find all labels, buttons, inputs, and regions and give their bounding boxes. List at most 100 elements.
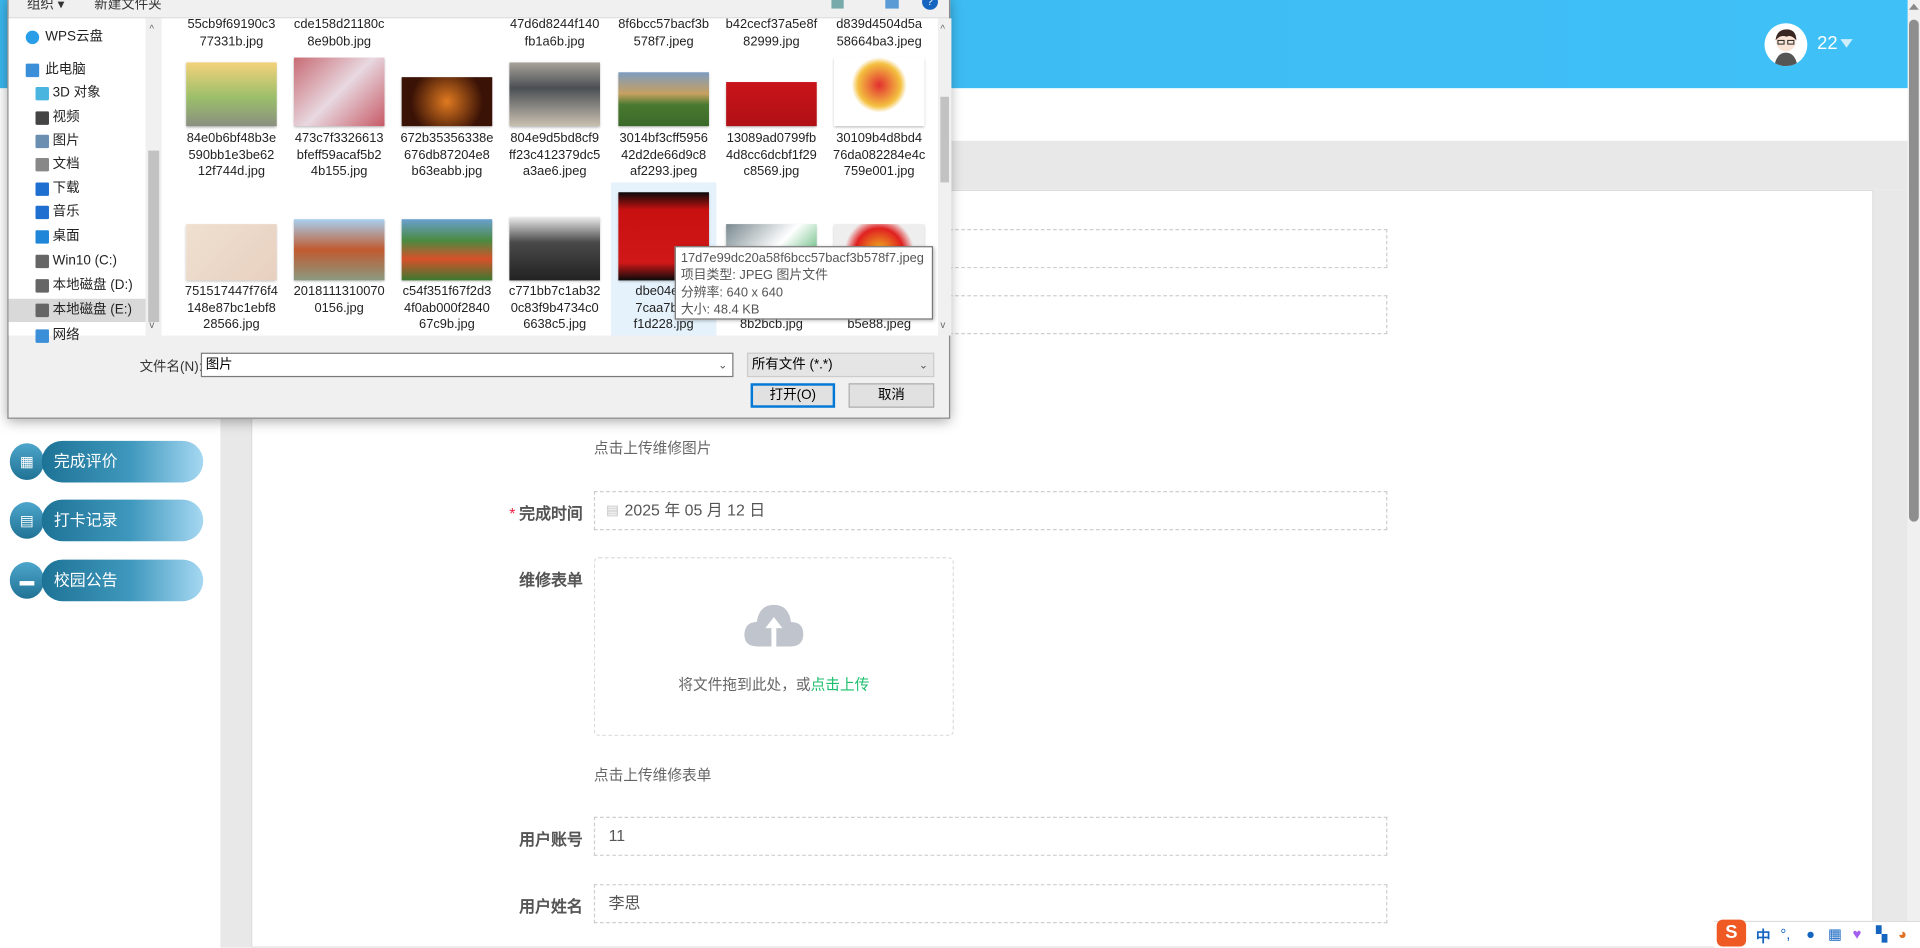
nav-item[interactable]: 3D 对象: [9, 82, 146, 105]
upload-image-hint: 点击上传维修图片: [593, 439, 712, 457]
nav-item[interactable]: 音乐: [9, 201, 146, 224]
skin-icon[interactable]: ♥: [1853, 926, 1862, 943]
nav-scrollbar[interactable]: ^ v: [145, 18, 162, 336]
file-item[interactable]: 30109b4d8bd4 76da082284e4c 759e001.jpg: [827, 28, 932, 182]
open-button[interactable]: 打开(O): [750, 383, 836, 408]
file-name-line: b63eabb.jpg: [411, 164, 483, 179]
file-name: 13089ad0799fb 4d8cc6dcbf1f29 c8569.jpg: [719, 131, 824, 181]
file-name: 2018111310070 0156.jpg: [287, 284, 392, 317]
filename-label: 文件名(N):: [139, 360, 203, 375]
sidebar-item-checkin[interactable]: ▤ 打卡记录: [9, 499, 206, 542]
drive-icon: [35, 279, 49, 293]
filename-input[interactable]: 图片 ⌄: [200, 352, 734, 378]
file-name-line: 13089ad0799fb: [726, 131, 817, 146]
finish-time-picker[interactable]: ▤ 2025 年 05 月 12 日: [593, 491, 1388, 531]
username[interactable]: 22: [1817, 33, 1837, 54]
tooltip-size: 大小: 48.4 KB: [680, 302, 760, 318]
nav-item-label: 桌面: [52, 228, 80, 244]
file-item[interactable]: 13089ad0799fb 4d8cc6dcbf1f29 c8569.jpg: [719, 28, 824, 182]
keyboard-icon[interactable]: ▦: [1828, 926, 1842, 943]
microphone-icon[interactable]: ●: [1806, 926, 1815, 943]
file-name-line: 28566.jpg: [203, 317, 260, 332]
nav-item[interactable]: 文档: [9, 153, 146, 176]
sidebar-item-evaluation[interactable]: ▦ 完成评价: [9, 440, 206, 483]
file-item[interactable]: c771bb7c1ab32 0c83f9b4734c0 6638c5.jpg: [502, 182, 607, 335]
nav-item[interactable]: 视频: [9, 107, 146, 130]
scrollbar-thumb[interactable]: [148, 150, 160, 323]
nav-item[interactable]: 下载: [9, 178, 146, 201]
nav-item[interactable]: 此电脑: [9, 59, 146, 82]
user-account-input[interactable]: 11: [593, 816, 1388, 856]
avatar[interactable]: [1764, 23, 1808, 67]
sogou-logo-icon[interactable]: S: [1716, 919, 1747, 947]
file-item[interactable]: 84e0b6bf48b3e 590bb1e3be62 12f744d.jpg: [179, 28, 284, 182]
cancel-button[interactable]: 取消: [848, 383, 935, 408]
toolbox-icon[interactable]: ▚: [1876, 926, 1887, 943]
nav-item-label: 图片: [52, 133, 80, 149]
navigation-pane: WPS云盘此电脑 3D 对象视频图片文档下载音乐桌面 Win10 (C:) 本地磁盘 …: [8, 18, 146, 343]
file-name-line: b5e88.jpeg: [847, 317, 912, 332]
sidebar-item-label: 完成评价: [41, 440, 204, 483]
divider: [1873, 189, 1908, 948]
sidebar-item-notice[interactable]: ▬ 校园公告: [9, 559, 206, 602]
file-item[interactable]: 2018111310070 0156.jpg: [287, 182, 392, 335]
file-item[interactable]: 672b35356338e 676db87204e8 b63eabb.jpg: [394, 28, 499, 182]
repair-form-label: 维修表单: [519, 570, 583, 589]
nav-item[interactable]: 网络: [9, 324, 146, 347]
chevron-down-icon[interactable]: ⌄: [718, 354, 727, 376]
file-name-line: 676db87204e8: [404, 147, 490, 163]
nav-item[interactable]: 图片: [9, 130, 146, 153]
file-thumbnail: [726, 82, 817, 127]
nav-item-label: Win10 (C:): [52, 253, 118, 269]
nav-item[interactable]: WPS云盘: [9, 26, 146, 49]
repair-form-dropzone[interactable]: 将文件拖到此处，或点击上传: [593, 557, 954, 736]
nav-item[interactable]: 桌面: [9, 225, 146, 248]
preview-pane-icon[interactable]: [885, 0, 899, 9]
scroll-down-icon[interactable]: v: [940, 320, 945, 331]
view-icon[interactable]: [831, 0, 844, 9]
file-name-line: c771bb7c1ab32: [508, 284, 601, 299]
cube-icon: [35, 86, 49, 101]
scrollbar-thumb[interactable]: [1908, 19, 1919, 522]
nav-item[interactable]: Win10 (C:): [9, 250, 146, 273]
scroll-up-icon[interactable]: [1908, 3, 1919, 10]
organize-button[interactable]: 组织 ▾: [27, 0, 64, 13]
file-thumbnail: [618, 72, 709, 127]
tooltip-type: 项目类型: JPEG 图片文件: [680, 268, 828, 283]
mascot-icon[interactable]: ◕: [1898, 926, 1907, 943]
nav-item[interactable]: 本地磁盘 (E:): [8, 298, 146, 323]
caret-down-icon[interactable]: [1840, 39, 1853, 48]
help-icon[interactable]: ?: [922, 0, 938, 10]
ime-toolbar[interactable]: S 中 °, ● ▦ ♥ ▚ ◕: [1714, 919, 1920, 948]
nav-item[interactable]: 本地磁盘 (D:): [9, 274, 146, 297]
file-item[interactable]: 804e9d5bd8cf9 ff23c412379dc5 a3ae6.jpeg: [502, 28, 607, 182]
file-item[interactable]: c54f351f67f2d3 4f0ab000f2840 67c9b.jpg: [394, 182, 499, 335]
scroll-up-icon[interactable]: ^: [940, 23, 945, 34]
ime-lang[interactable]: 中: [1756, 926, 1771, 947]
click-upload-link[interactable]: 点击上传: [811, 676, 870, 693]
nav-item-label: 视频: [52, 110, 80, 125]
nav-item-label: 文档: [52, 156, 80, 172]
file-item[interactable]: 751517447f76f4 148e87bc1ebf8 28566.jpg: [179, 182, 284, 335]
file-item[interactable]: 3014bf3cff5956 42d2de66d9c8 af2293.jpeg: [611, 28, 716, 182]
ime-punct[interactable]: °,: [1780, 926, 1790, 943]
finish-time-label: * 完成时间: [509, 504, 583, 523]
document-icon: [35, 157, 49, 172]
grid-icon: ▦: [9, 443, 45, 481]
scroll-up-icon[interactable]: ^: [149, 23, 154, 34]
file-name-line: 804e9d5bd8cf9: [510, 131, 600, 146]
file-item[interactable]: 473c7f3326613 bfeff59acaf5b2 4b155.jpg: [287, 28, 392, 182]
file-name: c54f351f67f2d3 4f0ab000f2840 67c9b.jpg: [394, 284, 499, 334]
file-name-line: 590bb1e3be62: [188, 147, 275, 163]
scroll-down-icon[interactable]: v: [149, 320, 154, 331]
file-type-value: 所有文件 (*.*): [751, 357, 833, 373]
repair-form-hint: 点击上传维修表单: [593, 766, 712, 784]
user-name-input[interactable]: 李思: [593, 884, 1388, 924]
file-scrollbar[interactable]: ^ v: [937, 18, 952, 336]
nav-item-label: 下载: [52, 181, 80, 196]
scrollbar-thumb[interactable]: [940, 96, 949, 183]
file-name: 804e9d5bd8cf9 ff23c412379dc5 a3ae6.jpeg: [502, 131, 607, 181]
new-folder-button[interactable]: 新建文件夹: [94, 0, 161, 13]
file-type-select[interactable]: 所有文件 (*.*) ⌄: [746, 352, 935, 378]
file-name: 751517447f76f4 148e87bc1ebf8 28566.jpg: [179, 284, 284, 334]
